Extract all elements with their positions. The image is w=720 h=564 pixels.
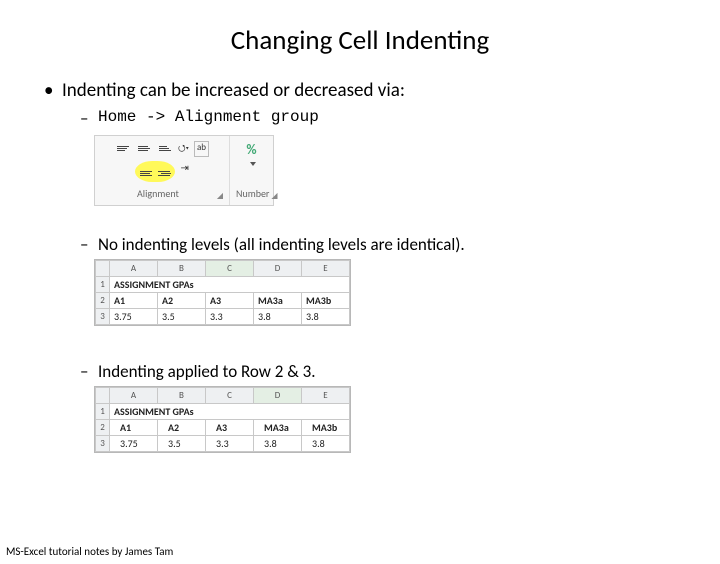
cell: 3.75 [110, 308, 158, 324]
row-header: 2 [96, 292, 110, 308]
cell: A3 [206, 419, 254, 435]
cell: 3.8 [302, 308, 350, 324]
worksheet-no-indent: A B C D E 1 ASSIGNMENT GPAs 2 A1 A2 A3 M… [94, 259, 351, 326]
bullet-text: Indenting applied to Row 2 & 3. [98, 361, 316, 382]
cell: MA3a [254, 292, 302, 308]
wrap-text-icon: ab [194, 141, 209, 157]
cell: A1 [110, 419, 158, 435]
row-header: 3 [96, 435, 110, 451]
cell: 3.8 [302, 435, 350, 451]
col-header: C [206, 260, 254, 276]
row-header: 3 [96, 308, 110, 324]
col-header: A [110, 387, 158, 403]
bullet-text: Indenting can be increased or decreased … [62, 79, 405, 102]
bullet-dash-icon: – [80, 108, 98, 129]
cell: MA3a [254, 419, 302, 435]
col-header: B [158, 260, 206, 276]
bullet-level1: • Indenting can be increased or decrease… [44, 79, 690, 102]
bullet-level2-indent: – Indenting applied to Row 2 & 3. [80, 361, 690, 382]
row-header: 2 [96, 419, 110, 435]
cell: A1 [110, 292, 158, 308]
cell: 3.5 [158, 435, 206, 451]
col-header: E [302, 260, 350, 276]
dialog-launcher-icon: ◢ [271, 191, 277, 201]
col-header: A [110, 260, 158, 276]
alignment-group-label: Alignment [101, 186, 215, 203]
bullet-level2-noindent: – No indenting levels (all indenting lev… [80, 234, 690, 255]
merge-icon: ⇥ [180, 161, 188, 182]
bullet-dash-icon: – [80, 234, 98, 255]
col-header: B [158, 387, 206, 403]
cell: ASSIGNMENT GPAs [110, 276, 350, 292]
select-all-corner [96, 260, 110, 276]
bullet-level2-path: – Home -> Alignment group [80, 108, 690, 129]
worksheet-with-indent: A B C D E 1 ASSIGNMENT GPAs 2 A1 A2 A3 M… [94, 386, 351, 453]
cell: 3.8 [254, 435, 302, 451]
cell: 3.3 [206, 435, 254, 451]
percent-icon: % [246, 141, 256, 158]
row-header: 1 [96, 276, 110, 292]
bullet-text: No indenting levels (all indenting level… [98, 234, 465, 255]
cell: A3 [206, 292, 254, 308]
slide-body: • Indenting can be increased or decrease… [0, 79, 720, 464]
col-header: D [254, 387, 302, 403]
cell: A2 [158, 292, 206, 308]
dialog-launcher-icon: ◢ [217, 191, 223, 201]
horizontal-align-row: ⇥ [135, 161, 189, 182]
col-header: E [302, 387, 350, 403]
footer-text: MS-Excel tutorial notes by James Tam [6, 545, 173, 558]
bullet-text: Home -> Alignment group [98, 108, 319, 129]
slide-title: Changing Cell Indenting [0, 24, 720, 57]
decrease-indent-icon [138, 167, 154, 181]
cell: 3.8 [254, 308, 302, 324]
cell: 3.75 [110, 435, 158, 451]
cell: 3.3 [206, 308, 254, 324]
bullet-dash-icon: – [80, 361, 98, 382]
ribbon-alignment-group-figure: ⭯▾ ab ⇥ Alignment ◢ % [94, 135, 274, 206]
cell: 3.5 [158, 308, 206, 324]
dropdown-icon [250, 162, 256, 166]
align-top-icon [115, 141, 131, 155]
increase-indent-icon [156, 167, 172, 181]
col-header: C [206, 387, 254, 403]
cell: MA3b [302, 292, 350, 308]
number-group-label: Number [236, 186, 269, 203]
cell: ASSIGNMENT GPAs [110, 403, 350, 419]
orientation-icon: ⭯▾ [178, 141, 189, 157]
align-bottom-icon [157, 141, 173, 155]
col-header: D [254, 260, 302, 276]
row-header: 1 [96, 403, 110, 419]
vertical-align-row: ⭯▾ ab [115, 141, 209, 157]
cell: MA3b [302, 419, 350, 435]
bullet-dot-icon: • [44, 79, 62, 102]
select-all-corner [96, 387, 110, 403]
cell: A2 [158, 419, 206, 435]
align-middle-icon [136, 141, 152, 155]
